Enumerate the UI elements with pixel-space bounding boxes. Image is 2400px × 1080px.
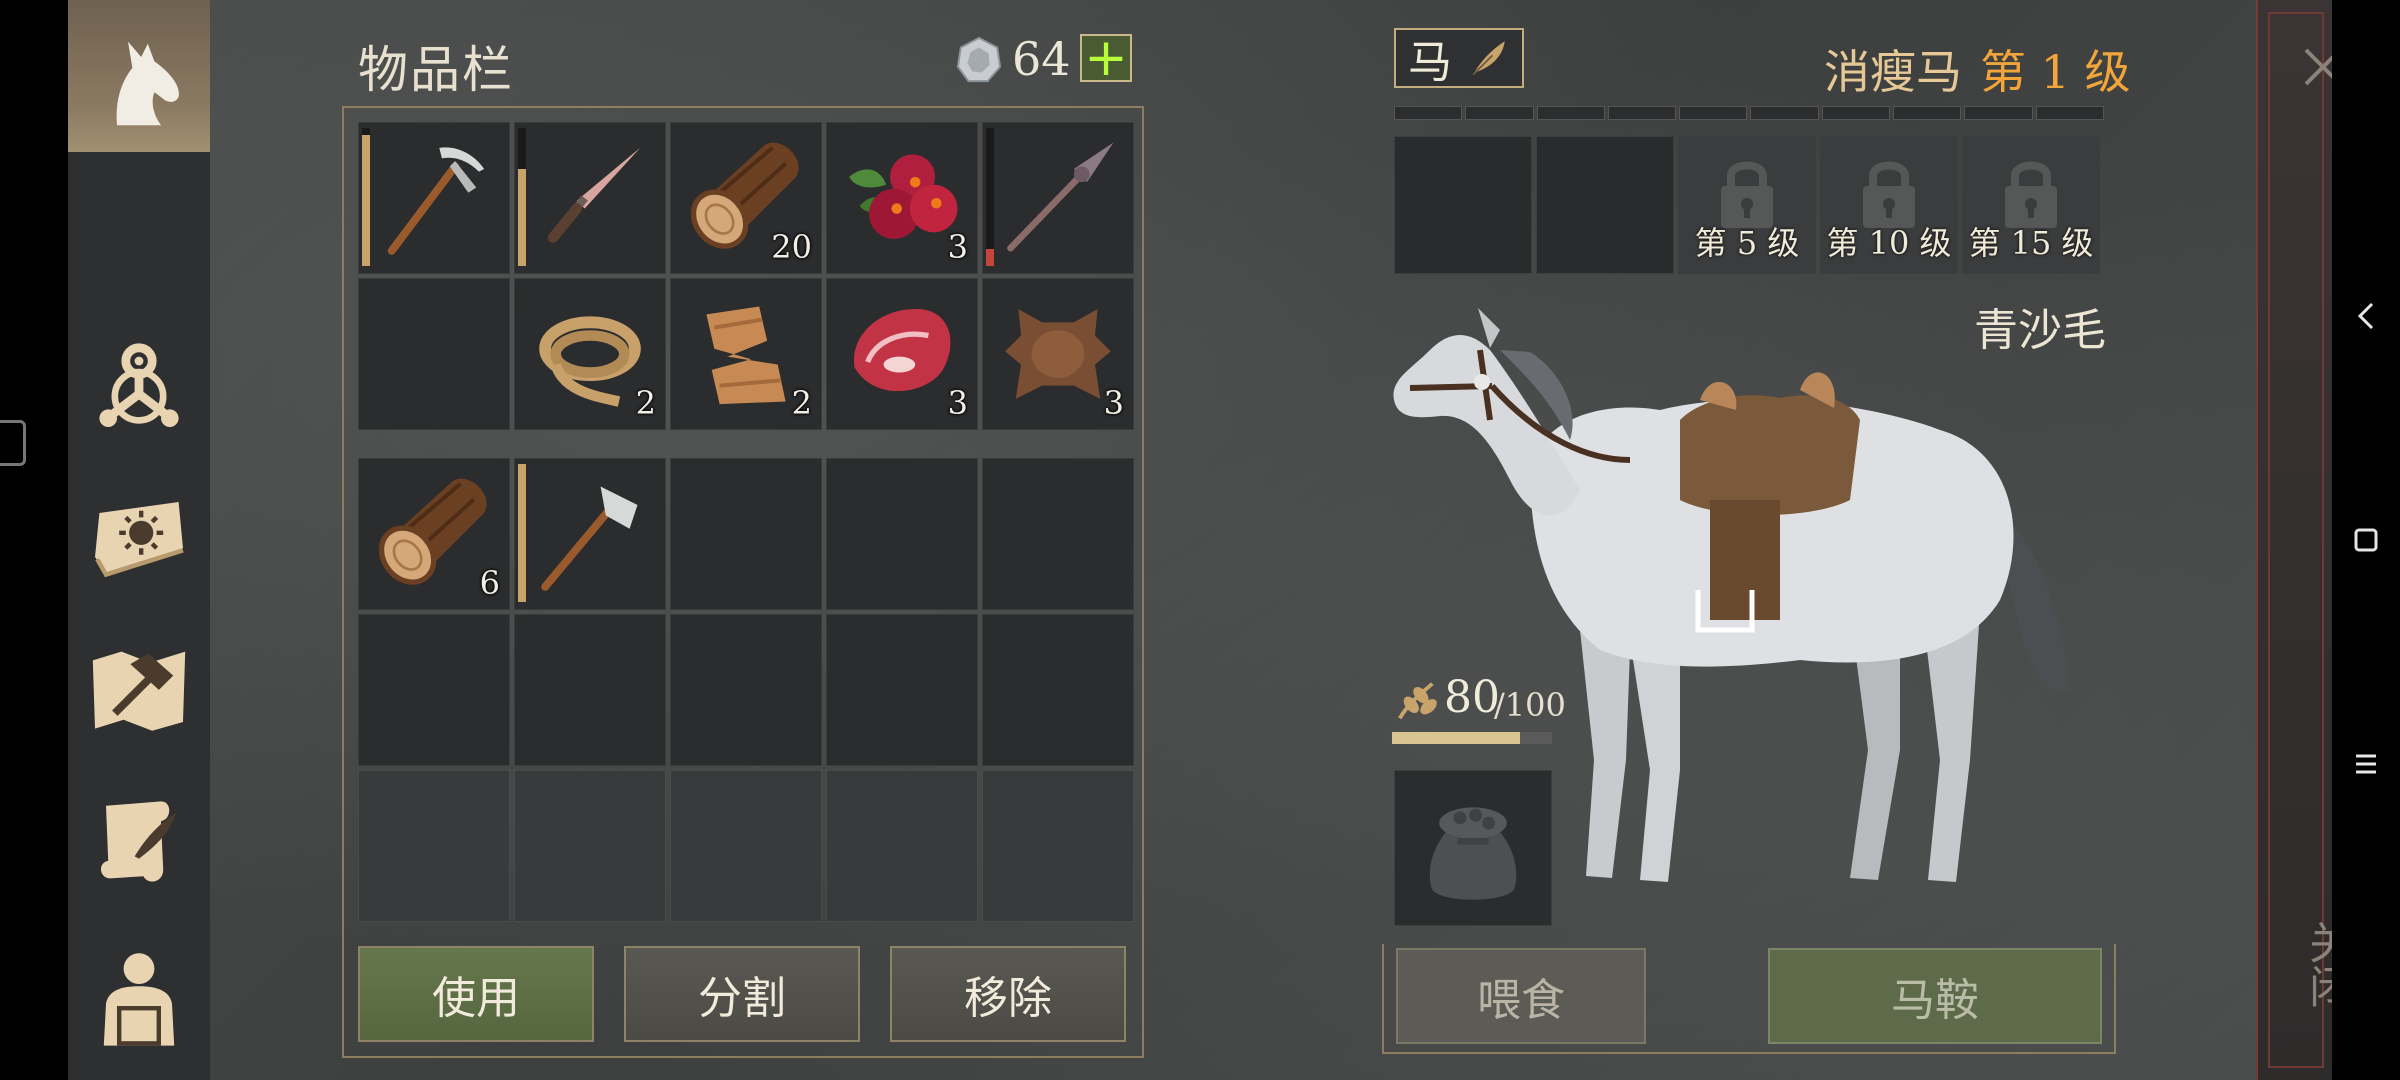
system-home-button[interactable]: [2332, 500, 2400, 580]
add-currency-button[interactable]: +: [1080, 32, 1132, 84]
unlock-level-label: 第 10 级: [1826, 224, 1952, 262]
inventory-slot[interactable]: [670, 614, 822, 766]
item-quantity: 2: [791, 384, 812, 422]
horse-head-icon: [116, 41, 179, 126]
inventory-slot[interactable]: [358, 770, 510, 922]
horse-equip-slot-locked[interactable]: 第 10 级: [1820, 136, 1958, 274]
inventory-slot[interactable]: 3: [826, 278, 978, 430]
inventory-slot[interactable]: 6: [358, 458, 510, 610]
xp-segment: [1821, 106, 1891, 120]
inventory-slot[interactable]: [670, 770, 822, 922]
bag-grid: 20 3 2 2 3 3: [358, 122, 1134, 430]
inventory-slot[interactable]: [826, 458, 978, 610]
item-quantity: 2: [635, 384, 656, 422]
nav-crafting-button[interactable]: [78, 628, 200, 750]
item-quantity: 3: [947, 228, 968, 266]
sun-book-icon: [95, 502, 184, 578]
inventory-slot[interactable]: 2: [670, 278, 822, 430]
nav-horse-button[interactable]: [78, 18, 200, 140]
food-progress-bar: [1392, 732, 1552, 744]
horse-equip-slot-locked[interactable]: 第 15 级: [1962, 136, 2100, 274]
unlock-level-label: 第 5 级: [1694, 224, 1800, 262]
inventory-slot[interactable]: [982, 770, 1134, 922]
inventory-slot[interactable]: [514, 122, 666, 274]
silver-coin-icon: [956, 36, 1002, 83]
menu-lines-icon: [2356, 754, 2376, 774]
horse-xp-bar: [1394, 106, 2104, 120]
feather-rename-icon[interactable]: [1466, 36, 1510, 80]
inventory-slot[interactable]: [982, 614, 1134, 766]
item-quantity: 6: [479, 564, 500, 602]
inventory-slot[interactable]: [514, 458, 666, 610]
scroll-quill-icon: [100, 801, 177, 882]
inventory-slot[interactable]: 3: [826, 122, 978, 274]
nav-almanac-button[interactable]: [78, 474, 200, 596]
close-bar-border: [2268, 12, 2324, 1068]
horse-tab-label: 马: [1408, 37, 1452, 88]
horse-equipment-slots: 第 5 级 第 10 级 第 15 级: [1394, 136, 2100, 274]
remove-button[interactable]: 移除: [890, 946, 1126, 1042]
horse-equip-slot[interactable]: [1536, 136, 1674, 274]
use-button[interactable]: 使用: [358, 946, 594, 1042]
horse-level: 第 1 级: [1980, 45, 2131, 99]
xp-segment: [1750, 106, 1819, 120]
nav-skills-button[interactable]: [78, 322, 200, 444]
pickaxe-icon: [387, 147, 485, 255]
xp-segment: [1679, 106, 1748, 120]
inventory-slot[interactable]: [514, 770, 666, 922]
xp-segment: [1465, 106, 1534, 120]
feed-button[interactable]: 喂食: [1396, 948, 1646, 1044]
unlock-level-label: 第 15 级: [1968, 224, 2094, 262]
item-quantity: 3: [947, 384, 968, 422]
character-backpack-icon: [103, 953, 175, 1046]
nav-character-button[interactable]: [78, 934, 200, 1056]
feed-slot[interactable]: [1394, 770, 1552, 926]
xp-segment: [1893, 106, 1962, 120]
xp-segment: [1536, 106, 1605, 120]
currency-amount: 64: [1012, 32, 1071, 86]
split-button[interactable]: 分割: [624, 946, 860, 1042]
xp-segment: [1964, 106, 2033, 120]
pocket-grid: 6: [358, 458, 1134, 922]
inventory-slot[interactable]: [982, 458, 1134, 610]
inventory-slot[interactable]: 3: [982, 278, 1134, 430]
system-back-button[interactable]: [2332, 276, 2400, 356]
crafting-map-icon: [92, 651, 186, 731]
horse-equip-slot[interactable]: [1394, 136, 1532, 274]
system-menu-button[interactable]: [2332, 724, 2400, 804]
inventory-slot[interactable]: [358, 614, 510, 766]
inventory-slot[interactable]: [358, 122, 510, 274]
inventory-slot[interactable]: [670, 458, 822, 610]
inventory-slot[interactable]: [826, 770, 978, 922]
nav-recipes-button[interactable]: [78, 780, 200, 902]
hatchet-icon: [541, 486, 638, 591]
inventory-slot[interactable]: 2: [514, 278, 666, 430]
skill-nodes-icon: [99, 343, 179, 427]
horse-equip-slot-locked[interactable]: 第 5 级: [1678, 136, 1816, 274]
wheat-food-icon: [1398, 682, 1437, 720]
home-square-icon: [2354, 528, 2378, 552]
horse-tab[interactable]: 马: [1394, 28, 1524, 88]
inventory-slot[interactable]: 20: [670, 122, 822, 274]
item-quantity: 20: [771, 228, 812, 266]
inventory-slot[interactable]: [982, 122, 1134, 274]
spear-icon: [1007, 142, 1114, 252]
back-chevron-icon: [2357, 302, 2374, 330]
left-screen-edge: [0, 0, 68, 1080]
xp-segment: [1394, 106, 1463, 120]
saddle-button[interactable]: 马鞍: [1768, 948, 2102, 1044]
inventory-title: 物品栏: [358, 41, 514, 99]
knife-icon: [547, 147, 641, 243]
inventory-slot[interactable]: [826, 614, 978, 766]
xp-segment: [2035, 106, 2104, 120]
horse-name: 消瘦马: [1824, 45, 1962, 99]
item-quantity: 3: [1103, 384, 1124, 422]
inventory-slot[interactable]: [514, 614, 666, 766]
feed-sack-icon: [1429, 807, 1517, 900]
xp-segment: [1607, 106, 1677, 120]
food-max: /100: [1494, 686, 1566, 724]
food-value: 80: [1444, 672, 1500, 723]
inventory-slot[interactable]: [358, 278, 510, 430]
